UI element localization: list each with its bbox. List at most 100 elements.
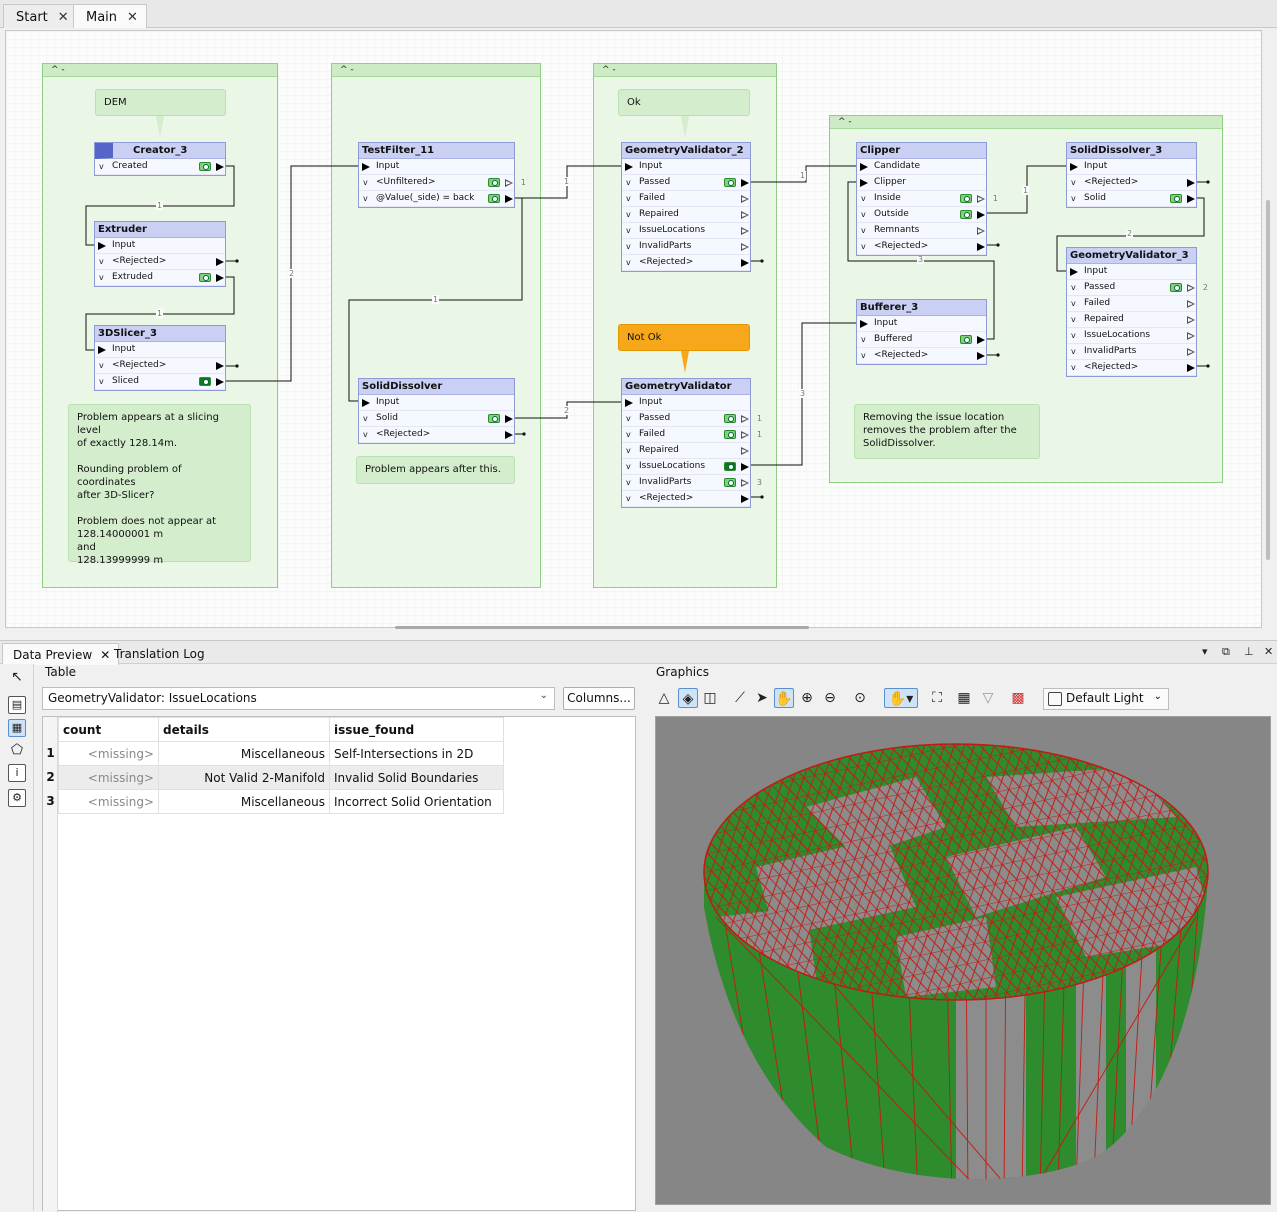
output-arrow-icon[interactable] xyxy=(505,431,513,439)
cell-count[interactable]: <missing> xyxy=(58,765,159,790)
input-port[interactable]: Input xyxy=(359,395,514,411)
close-tab-start-icon[interactable]: ✕ xyxy=(58,10,69,25)
output-port-issuelocations[interactable]: v IssueLocations xyxy=(622,459,750,475)
fit-extent-icon[interactable]: ⛶ xyxy=(927,688,947,708)
cell-details[interactable]: Miscellaneous xyxy=(158,741,330,766)
cell-issue-found[interactable]: Invalid Solid Boundaries xyxy=(329,765,504,790)
output-port-failed[interactable]: v Failed 1 xyxy=(622,427,762,443)
output-arrow-icon[interactable] xyxy=(216,362,224,370)
inspect-eye-icon[interactable] xyxy=(724,478,736,487)
output-port-created[interactable]: v Created xyxy=(95,159,225,175)
input-port[interactable]: Input xyxy=(1067,264,1196,280)
output-arrow-icon[interactable] xyxy=(505,415,513,423)
output-arrow-icon[interactable] xyxy=(216,258,224,266)
input-arrow-icon[interactable] xyxy=(98,242,106,250)
input-port-clipper[interactable]: Clipper xyxy=(857,175,986,191)
input-arrow-icon[interactable] xyxy=(1070,163,1078,171)
input-port[interactable]: Input xyxy=(1067,159,1196,175)
output-arrow-icon[interactable] xyxy=(741,179,749,187)
output-port-rejected[interactable]: v <Rejected> xyxy=(1067,175,1196,191)
output-arrow-icon[interactable] xyxy=(977,227,985,235)
inspect-eye-icon[interactable] xyxy=(1170,283,1182,292)
output-arrow-icon[interactable] xyxy=(216,163,224,171)
output-port-passed[interactable]: v Passed 2 xyxy=(1067,280,1208,296)
row-number[interactable]: 3 xyxy=(43,789,58,813)
polygon-mode-icon[interactable]: △ xyxy=(654,688,674,708)
inspect-eye-icon[interactable] xyxy=(199,162,211,171)
panel-menu-icon[interactable]: ▾ xyxy=(1202,645,1208,658)
output-port-rejected[interactable]: v <Rejected> xyxy=(95,254,225,270)
output-port-issuelocations[interactable]: v IssueLocations xyxy=(1067,328,1196,344)
attribute-grid-icon[interactable]: ▦ xyxy=(954,688,974,708)
float-panel-icon[interactable]: ⧉ xyxy=(1222,645,1230,659)
output-arrow-icon[interactable] xyxy=(977,195,985,203)
output-arrow-icon[interactable] xyxy=(741,227,749,235)
input-port[interactable]: Input xyxy=(622,395,750,411)
tab-start[interactable]: Start ✕ xyxy=(3,4,78,28)
output-arrow-icon[interactable] xyxy=(741,431,749,439)
output-arrow-icon[interactable] xyxy=(741,447,749,455)
input-arrow-icon[interactable] xyxy=(625,163,633,171)
zoom-tool-icon[interactable]: ⊙ xyxy=(850,688,870,708)
3d-mode-icon[interactable]: ◈ xyxy=(678,688,698,708)
output-arrow-icon[interactable] xyxy=(1187,316,1195,324)
output-arrow-icon[interactable] xyxy=(741,211,749,219)
input-port[interactable]: Input xyxy=(359,159,514,175)
canvas-vertical-scrollbar[interactable] xyxy=(1266,200,1270,560)
output-arrow-icon[interactable] xyxy=(741,415,749,423)
inspect-eye-icon[interactable] xyxy=(724,414,736,423)
inspect-eye-icon[interactable] xyxy=(488,178,500,187)
inspect-eye-icon[interactable] xyxy=(488,194,500,203)
color-palette-icon[interactable]: ▩ xyxy=(1008,688,1028,708)
output-port-rejected[interactable]: v <Rejected> xyxy=(359,427,514,443)
annotation-ok[interactable]: Ok xyxy=(618,89,750,138)
zoom-out-icon[interactable]: ⊖ xyxy=(820,688,840,708)
output-arrow-icon[interactable] xyxy=(1187,284,1195,292)
inspect-eye-icon[interactable] xyxy=(960,210,972,219)
transformer-geometryvalidator-3[interactable]: GeometryValidator_3 Input v Passed 2 v Fail… xyxy=(1066,247,1208,377)
input-arrow-icon[interactable] xyxy=(860,320,868,328)
output-port-invalidparts[interactable]: v InvalidParts xyxy=(1067,344,1196,360)
output-arrow-icon[interactable] xyxy=(977,352,985,360)
output-arrow-icon[interactable] xyxy=(741,479,749,487)
data-table[interactable]: 1 2 3 count details issue_found <missing… xyxy=(42,716,636,1212)
output-port-failed[interactable]: v Failed xyxy=(1067,296,1196,312)
annotation-solid-note[interactable]: Problem appears after this. xyxy=(356,456,515,484)
output-port-sliced[interactable]: v Sliced xyxy=(95,374,225,390)
output-port-rejected[interactable]: v <Rejected> xyxy=(857,239,986,255)
output-port-rejected[interactable]: v <Rejected> xyxy=(95,358,225,374)
output-arrow-icon[interactable] xyxy=(1187,195,1195,203)
output-port-value-side[interactable]: v @Value(_side) = back xyxy=(359,191,514,207)
input-port[interactable]: Input xyxy=(622,159,750,175)
cell-details[interactable]: Not Valid 2-Manifold xyxy=(158,765,330,790)
select-pointer-icon[interactable]: ↖ xyxy=(8,669,26,687)
output-arrow-icon[interactable] xyxy=(216,378,224,386)
output-port-invalidparts[interactable]: v InvalidParts 3 xyxy=(622,475,762,491)
output-port-inside[interactable]: v Inside 1 xyxy=(857,191,998,207)
output-arrow-icon[interactable] xyxy=(741,195,749,203)
output-arrow-icon[interactable] xyxy=(741,243,749,251)
table-view-icon[interactable]: ▦ xyxy=(8,719,26,737)
output-port-repaired[interactable]: v Repaired xyxy=(622,207,750,223)
table-row[interactable]: <missing> Miscellaneous Incorrect Solid … xyxy=(58,789,504,814)
inspect-eye-icon[interactable] xyxy=(724,178,736,187)
canvas-horizontal-scrollbar[interactable] xyxy=(395,626,809,629)
transformer-bufferer-3[interactable]: Bufferer_3 Input v Buffered v <Rejected> xyxy=(856,299,987,365)
theme-selector[interactable]: Default Light ⌄ xyxy=(1043,688,1169,710)
transformer-geometryvalidator-2[interactable]: GeometryValidator_2 Input v Passed v Faile… xyxy=(621,142,751,272)
annotation-dem[interactable]: DEM xyxy=(95,89,226,138)
graphics-viewport[interactable] xyxy=(655,716,1271,1205)
output-port-solid[interactable]: v Solid xyxy=(1067,191,1196,207)
inspect-eye-icon[interactable] xyxy=(1170,194,1182,203)
output-arrow-icon[interactable] xyxy=(741,463,749,471)
output-arrow-icon[interactable] xyxy=(1187,300,1195,308)
inspect-eye-icon[interactable] xyxy=(724,462,736,471)
workflow-canvas[interactable]: ^ - ^ - ^ - ^ - 1 1 2 1 1 2 1 1 2 3 3 DE… xyxy=(5,30,1262,628)
inspect-eye-icon[interactable] xyxy=(199,377,211,386)
tab-translation-log[interactable]: Translation Log xyxy=(104,643,213,665)
output-arrow-icon[interactable] xyxy=(977,211,985,219)
transformer-geometryvalidator[interactable]: GeometryValidator Input v Passed 1 v Failed… xyxy=(621,378,762,508)
output-port-rejected[interactable]: v <Rejected> xyxy=(1067,360,1196,376)
input-port[interactable]: Input xyxy=(857,316,986,332)
output-port-rejected[interactable]: v <Rejected> xyxy=(622,491,750,507)
